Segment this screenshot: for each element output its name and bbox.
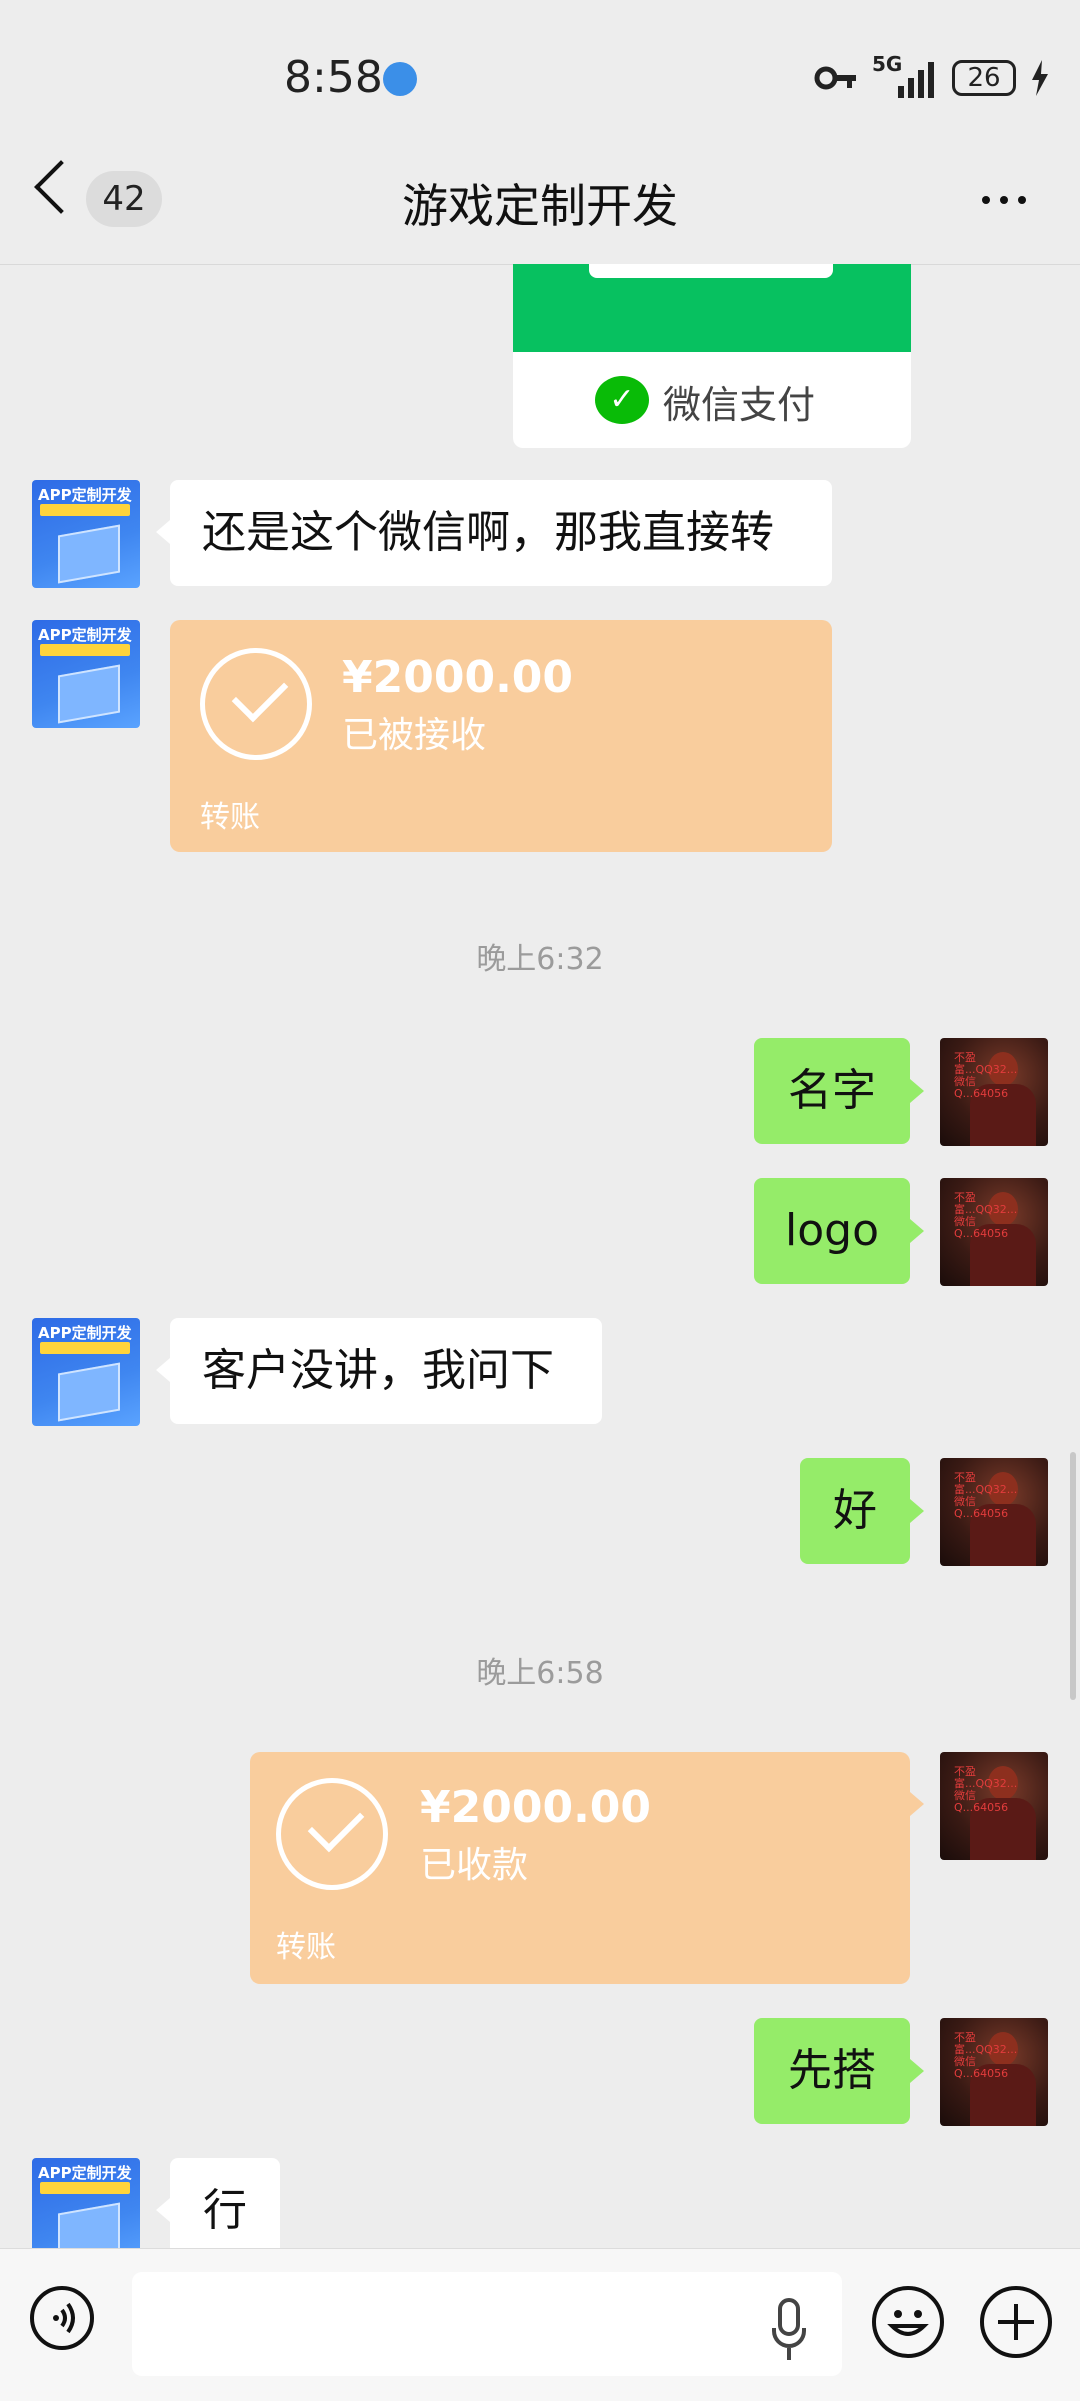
transfer-label: 转账 [200, 800, 260, 835]
user-avatar[interactable]: 不盈富...QQ32...微信Q...64056 [940, 1038, 1048, 1146]
pay-card-label: 微信支付 [663, 383, 816, 427]
status-time: 8:58 [284, 52, 383, 103]
plus-icon [998, 2304, 1034, 2340]
transfer-card[interactable]: ¥2000.00 已被接收 转账 [170, 620, 832, 852]
status-icons: 5G 26 [814, 52, 1050, 101]
scrollbar[interactable] [1070, 1452, 1076, 1700]
transfer-amount: ¥2000.00 [342, 652, 574, 703]
message-bubble[interactable]: logo [754, 1178, 910, 1284]
avatar-overlay-text: 不盈富...QQ32...微信Q...64056 [954, 1191, 1018, 1240]
avatar-title: APP定制开发 [38, 486, 132, 504]
contact-avatar[interactable]: APP定制开发 [32, 1318, 140, 1426]
signal-icon: 5G [872, 52, 938, 98]
user-avatar[interactable]: 不盈富...QQ32...微信Q...64056 [940, 1752, 1048, 1860]
avatar-title: APP定制开发 [38, 1324, 132, 1342]
emoji-button[interactable] [872, 2286, 944, 2358]
check-circle-icon [200, 648, 312, 760]
avatar-overlay-text: 不盈富...QQ32...微信Q...64056 [954, 2031, 1018, 2080]
message-input[interactable] [132, 2272, 842, 2376]
key-icon [814, 66, 856, 90]
transfer-amount: ¥2000.00 [420, 1782, 652, 1833]
transfer-status: 已收款 [420, 1845, 529, 1886]
message-bubble[interactable]: 还是这个微信啊，那我直接转 [170, 480, 832, 586]
plus-button[interactable] [980, 2286, 1052, 2358]
avatar-overlay-text: 不盈富...QQ32...微信Q...64056 [954, 1051, 1018, 1100]
charging-icon [1032, 60, 1048, 96]
avatar-title: APP定制开发 [38, 626, 132, 644]
bubble-tail [156, 1358, 170, 1382]
bubble-tail [910, 1219, 924, 1243]
voice-mode-button[interactable] [30, 2286, 94, 2350]
battery-level: 26 [967, 63, 1001, 93]
avatar-overlay-text: 不盈富...QQ32...微信Q...64056 [954, 1471, 1018, 1520]
avatar-overlay-text: 不盈富...QQ32...微信Q...64056 [954, 1765, 1018, 1814]
transfer-card[interactable]: ¥2000.00 已收款 转账 [250, 1752, 910, 1984]
user-avatar[interactable]: 不盈富...QQ32...微信Q...64056 [940, 1458, 1048, 1566]
network-label: 5G [872, 52, 903, 76]
bubble-tail [156, 2198, 170, 2222]
more-icon[interactable] [982, 196, 1026, 204]
bubble-tail [910, 1499, 924, 1523]
timestamp: 晚上6:58 [476, 1656, 604, 1691]
voice-icon [53, 2302, 75, 2334]
message-bubble[interactable]: 先搭 [754, 2018, 910, 2124]
bubble-tail [910, 1792, 924, 1816]
bubble-tail [910, 2059, 924, 2083]
chat-title: 游戏定制开发 [402, 179, 678, 233]
bubble-tail [156, 520, 170, 544]
message-bubble[interactable]: 名字 [754, 1038, 910, 1144]
emoji-icon [887, 2310, 929, 2336]
user-avatar[interactable]: 不盈富...QQ32...微信Q...64056 [940, 1178, 1048, 1286]
contact-avatar[interactable]: APP定制开发 [32, 620, 140, 728]
wechat-pay-card[interactable]: ✓ 微信支付 [513, 264, 911, 448]
microphone-foot [787, 2348, 791, 2360]
wechat-pay-icon: ✓ [595, 376, 649, 424]
message-bubble[interactable]: 客户没讲，我问下 [170, 1318, 602, 1424]
user-avatar[interactable]: 不盈富...QQ32...微信Q...64056 [940, 2018, 1048, 2126]
message-bubble[interactable]: 好 [800, 1458, 910, 1564]
check-circle-icon [276, 1778, 388, 1890]
transfer-label: 转账 [276, 1930, 336, 1965]
location-icon [383, 62, 417, 96]
avatar-title: APP定制开发 [38, 2164, 132, 2182]
pay-card-bar [589, 264, 833, 278]
transfer-status: 已被接收 [342, 715, 487, 756]
timestamp: 晚上6:32 [476, 942, 604, 977]
contact-avatar[interactable]: APP定制开发 [32, 480, 140, 588]
battery-icon: 26 [952, 60, 1016, 96]
bubble-tail [910, 1079, 924, 1103]
